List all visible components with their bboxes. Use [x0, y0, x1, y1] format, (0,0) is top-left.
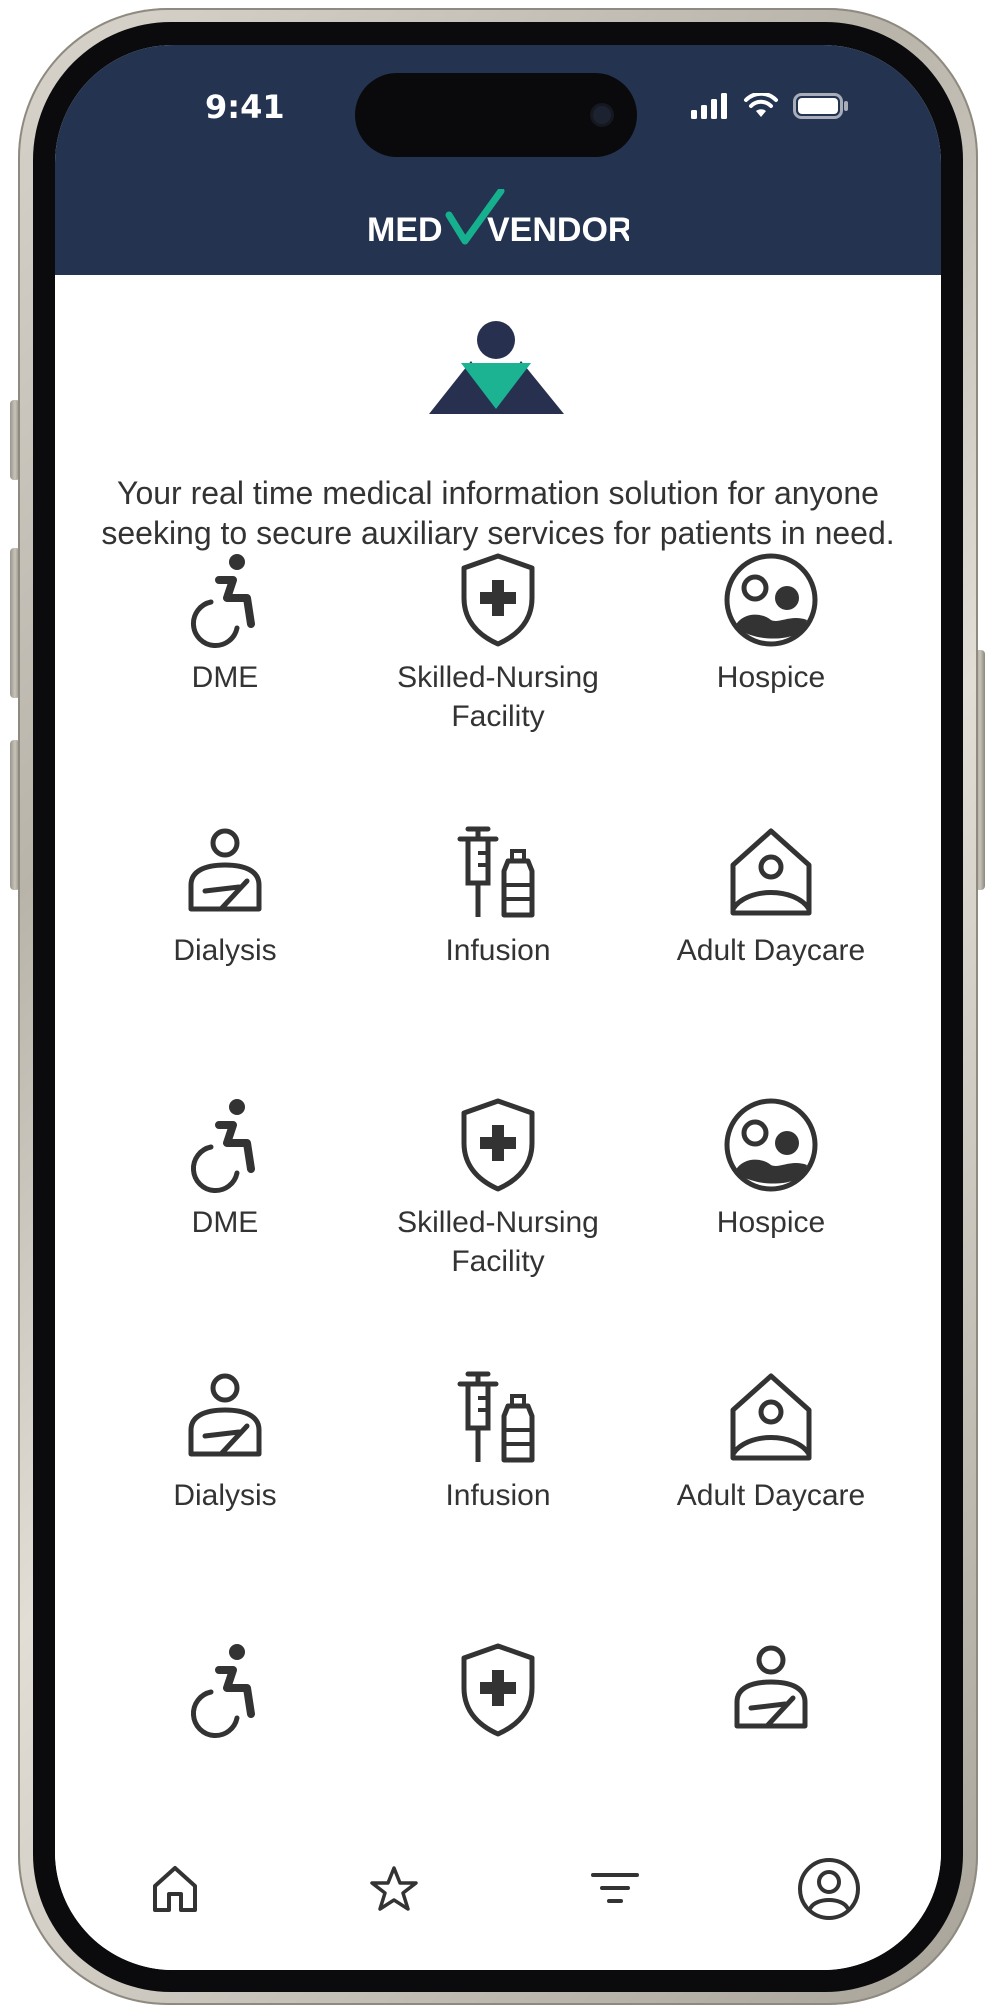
category-tile[interactable]: DME [90, 1095, 360, 1242]
patient-arm-sling-icon [188, 1373, 262, 1457]
category-label: Adult Daycare [676, 1479, 866, 1512]
category-label: Adult Daycare [676, 934, 866, 967]
house-person-icon [730, 828, 812, 916]
category-label: Skilled-Nursing Facility [397, 1206, 599, 1278]
patient-arm-sling-icon [188, 828, 262, 912]
hospice-face-icon [724, 1098, 818, 1192]
category-label: Hospice [716, 1206, 826, 1239]
tab-profile[interactable] [793, 1853, 865, 1925]
category-tile[interactable] [90, 1640, 360, 1748]
category-tile[interactable]: Dialysis [90, 823, 360, 970]
category-tile[interactable]: Adult Daycare [636, 823, 906, 970]
syringe-vial-icon [457, 1371, 535, 1463]
shield-plus-icon [461, 1098, 535, 1192]
tab-filter[interactable] [579, 1853, 651, 1925]
shield-plus-icon [461, 1643, 535, 1737]
category-tile[interactable]: Skilled-Nursing Facility [363, 1095, 633, 1281]
category-tile[interactable] [636, 1640, 906, 1748]
shield-plus-icon [461, 553, 535, 647]
category-tile[interactable]: Adult Daycare [636, 1368, 906, 1515]
category-label: Skilled-Nursing Facility [397, 661, 599, 733]
app-screen: 9:41 MED VENDOR Your real time medical i… [55, 45, 941, 1970]
wheelchair-icon [190, 1099, 255, 1194]
star-icon [370, 1866, 418, 1911]
house-person-icon [730, 1373, 812, 1461]
bottom-tab-bar [55, 1823, 941, 1970]
category-label: Dialysis [173, 934, 277, 967]
category-tile[interactable]: Hospice [636, 550, 906, 697]
tab-favorites[interactable] [358, 1853, 430, 1925]
home-icon [153, 1866, 197, 1912]
profile-icon [798, 1858, 860, 1920]
category-tile[interactable]: Hospice [636, 1095, 906, 1242]
category-label: Hospice [716, 661, 826, 694]
category-tile[interactable]: Infusion [363, 1368, 633, 1515]
category-label: Infusion [445, 1479, 551, 1512]
wheelchair-icon [190, 554, 255, 649]
syringe-vial-icon [457, 826, 535, 918]
category-label: DME [191, 661, 259, 694]
patient-arm-sling-icon [734, 1645, 808, 1729]
filter-icon [591, 1873, 639, 1903]
category-label: DME [191, 1206, 259, 1239]
category-tile[interactable]: Dialysis [90, 1368, 360, 1515]
category-label: Dialysis [173, 1479, 277, 1512]
category-tile[interactable]: Infusion [363, 823, 633, 970]
wheelchair-icon [190, 1644, 255, 1739]
category-tile[interactable] [363, 1640, 633, 1748]
category-label: Infusion [445, 934, 551, 967]
tab-home[interactable] [139, 1853, 211, 1925]
category-tile[interactable]: Skilled-Nursing Facility [363, 550, 633, 736]
hospice-face-icon [724, 553, 818, 647]
category-grid: DME Skilled-Nursing Facility Hospice Dia… [55, 45, 941, 1825]
category-tile[interactable]: DME [90, 550, 360, 697]
